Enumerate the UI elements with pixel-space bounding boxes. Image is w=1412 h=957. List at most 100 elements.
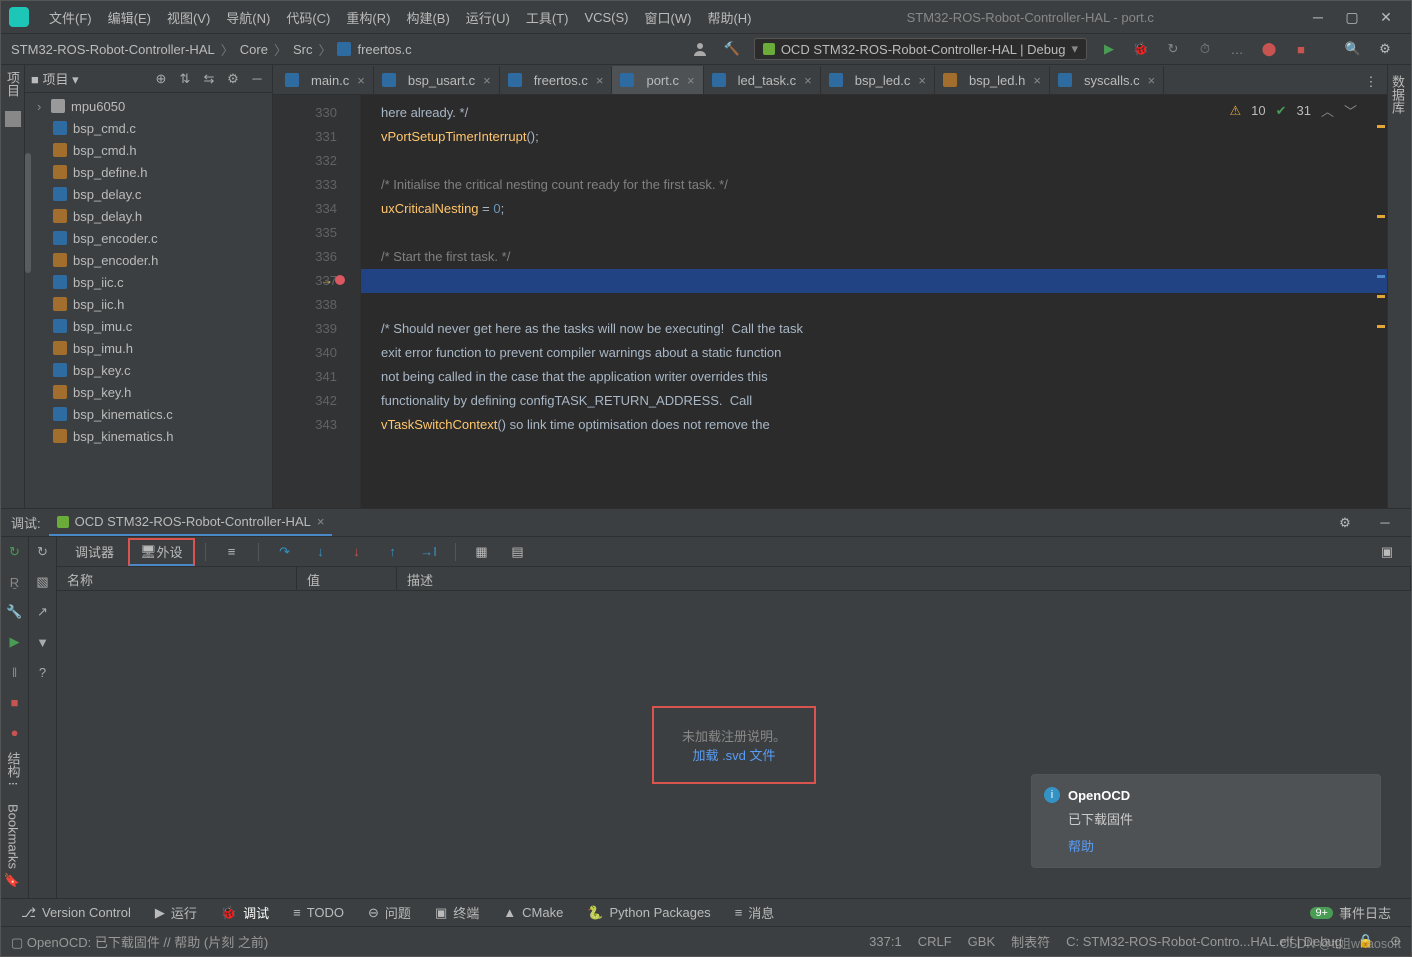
tree-file[interactable]: bsp_imu.c: [25, 315, 272, 337]
editor-tab[interactable]: port.c×: [612, 66, 703, 94]
sb-version-control[interactable]: ⎇Version Control: [11, 905, 141, 921]
tree-file[interactable]: bsp_define.h: [25, 161, 272, 183]
chevron-up-icon[interactable]: ︿: [1321, 101, 1334, 120]
notif-help-link[interactable]: 帮助: [1068, 836, 1368, 855]
sb-terminal[interactable]: ▣终端: [425, 903, 489, 922]
locate-icon[interactable]: ⊕: [152, 71, 170, 87]
editor-tab[interactable]: bsp_usart.c×: [374, 66, 500, 94]
col-name[interactable]: 名称: [57, 567, 297, 590]
user-icon[interactable]: [688, 37, 712, 61]
resume-icon[interactable]: ▶: [6, 633, 24, 651]
rerun-icon[interactable]: ↻: [6, 543, 24, 561]
tree-file[interactable]: bsp_iic.h: [25, 293, 272, 315]
tree-file[interactable]: bsp_imu.h: [25, 337, 272, 359]
tree-file[interactable]: bsp_kinematics.h: [25, 425, 272, 447]
expand-icon[interactable]: ⇅: [176, 71, 194, 87]
layout-settings-icon[interactable]: ▣: [1375, 540, 1399, 564]
scrollbar-thumb[interactable]: [25, 153, 31, 273]
tree-file[interactable]: bsp_key.c: [25, 359, 272, 381]
coverage-icon[interactable]: ↻: [1161, 37, 1185, 61]
menu-view[interactable]: 视图(V): [159, 8, 218, 27]
menu-refactor[interactable]: 重构(R): [338, 8, 398, 27]
run-button[interactable]: ▶: [1097, 37, 1121, 61]
profile-icon[interactable]: ⏱: [1193, 37, 1217, 61]
tree-file[interactable]: bsp_key.h: [25, 381, 272, 403]
sb-python[interactable]: 🐍Python Packages: [577, 905, 720, 921]
database-tool-button[interactable]: 数据库: [1388, 65, 1407, 114]
stop-debug-icon[interactable]: ⬤: [1257, 37, 1281, 61]
tree-file[interactable]: bsp_encoder.h: [25, 249, 272, 271]
menu-edit[interactable]: 编辑(E): [100, 8, 159, 27]
editor-tab[interactable]: syscalls.c×: [1050, 66, 1164, 94]
menu-file[interactable]: 文件(F): [41, 8, 100, 27]
structure-tool-button[interactable]: 结构 ⁝: [4, 752, 23, 786]
tabs-more-icon[interactable]: ⋮: [1359, 70, 1383, 94]
menu-vcs[interactable]: VCS(S): [576, 10, 636, 25]
project-tool-button[interactable]: 项目: [3, 71, 22, 97]
attach-icon[interactable]: …: [1225, 37, 1249, 61]
export-icon[interactable]: ↗: [34, 603, 52, 621]
sb-messages[interactable]: ≡消息: [725, 903, 785, 922]
layout-icon[interactable]: ▤: [506, 540, 530, 564]
modify-icon[interactable]: 🔧: [6, 603, 24, 621]
sb-todo[interactable]: ≡TODO: [283, 905, 354, 920]
sb-debug[interactable]: 🐞调试: [211, 903, 279, 922]
ok-icon[interactable]: ✔: [1276, 103, 1287, 119]
crumb-project[interactable]: STM32-ROS-Robot-Controller-HAL: [11, 42, 215, 57]
step-over-icon[interactable]: ↷: [273, 540, 297, 564]
menu-nav[interactable]: 导航(N): [218, 8, 278, 27]
tree-file[interactable]: bsp_kinematics.c: [25, 403, 272, 425]
crumb-core[interactable]: Core: [240, 42, 268, 57]
run-config-selector[interactable]: OCD STM32-ROS-Robot-Controller-HAL | Deb…: [754, 38, 1087, 60]
editor-tab[interactable]: main.c×: [277, 66, 374, 94]
help-icon[interactable]: ?: [34, 663, 52, 681]
menu-window[interactable]: 窗口(W): [637, 8, 700, 27]
build-hammer-icon[interactable]: 🔨: [720, 37, 744, 61]
breakpoint-icon[interactable]: [335, 275, 345, 285]
filter-icon[interactable]: ▼: [34, 633, 52, 651]
run-to-cursor-icon[interactable]: →I: [417, 540, 441, 564]
settings-icon[interactable]: ⚙: [1373, 37, 1397, 61]
crumb-src[interactable]: Src: [293, 42, 313, 57]
tree-file[interactable]: bsp_iic.c: [25, 271, 272, 293]
reload-icon[interactable]: ↻: [34, 543, 52, 561]
sb-run[interactable]: ▶运行: [145, 903, 207, 922]
tree-file[interactable]: bsp_delay.h: [25, 205, 272, 227]
debugger-subtab[interactable]: 调试器: [65, 538, 124, 566]
debug-button[interactable]: 🐞: [1129, 37, 1153, 61]
debug-settings-icon[interactable]: ⚙: [1333, 511, 1357, 535]
step-out-icon[interactable]: ↑: [381, 540, 405, 564]
load-svd-link[interactable]: 加载 .svd 文件: [682, 745, 786, 764]
editor-tab[interactable]: bsp_led.h×: [935, 66, 1050, 94]
editor-tab[interactable]: freertos.c×: [500, 66, 613, 94]
tree-folder[interactable]: ›mpu6050: [25, 95, 272, 117]
tree-file[interactable]: bsp_delay.c: [25, 183, 272, 205]
menu-run[interactable]: 运行(U): [458, 8, 518, 27]
force-step-icon[interactable]: ↓: [345, 540, 369, 564]
close-button[interactable]: ✕: [1369, 9, 1403, 26]
chevron-down-icon[interactable]: ﹀: [1344, 101, 1357, 120]
minimize-button[interactable]: ─: [1301, 9, 1335, 25]
resume-r-icon[interactable]: Ṟ: [6, 573, 24, 591]
debug-session-tab[interactable]: OCD STM32-ROS-Robot-Controller-HAL ×: [49, 510, 333, 536]
sb-problems[interactable]: ⊖问题: [358, 903, 421, 922]
evaluate-icon[interactable]: ▦: [470, 540, 494, 564]
menu-help[interactable]: 帮助(H): [699, 8, 759, 27]
sb-indent[interactable]: 制表符: [1011, 932, 1050, 951]
sb-line-sep[interactable]: CRLF: [918, 934, 952, 949]
sb-caret-pos[interactable]: 337:1: [869, 934, 902, 949]
menu-tools[interactable]: 工具(T): [518, 8, 577, 27]
collapse-icon[interactable]: ⇆: [200, 71, 218, 87]
sb-cmake[interactable]: ▲CMake: [493, 905, 573, 920]
bookmarks-tool-button[interactable]: Bookmarks 🔖: [6, 804, 21, 889]
col-desc[interactable]: 描述: [397, 567, 1411, 590]
search-icon[interactable]: 🔍: [1341, 37, 1365, 61]
layers-icon[interactable]: ▧: [34, 573, 52, 591]
pause-icon[interactable]: ‖: [6, 663, 24, 681]
debug-hide-icon[interactable]: ─: [1373, 511, 1397, 535]
sb-event-log[interactable]: 9+事件日志: [1300, 903, 1401, 922]
tree-file[interactable]: bsp_cmd.h: [25, 139, 272, 161]
panel-hide-icon[interactable]: ─: [248, 71, 266, 86]
panel-settings-icon[interactable]: ⚙: [224, 71, 242, 87]
editor-tab[interactable]: bsp_led.c×: [821, 66, 935, 94]
